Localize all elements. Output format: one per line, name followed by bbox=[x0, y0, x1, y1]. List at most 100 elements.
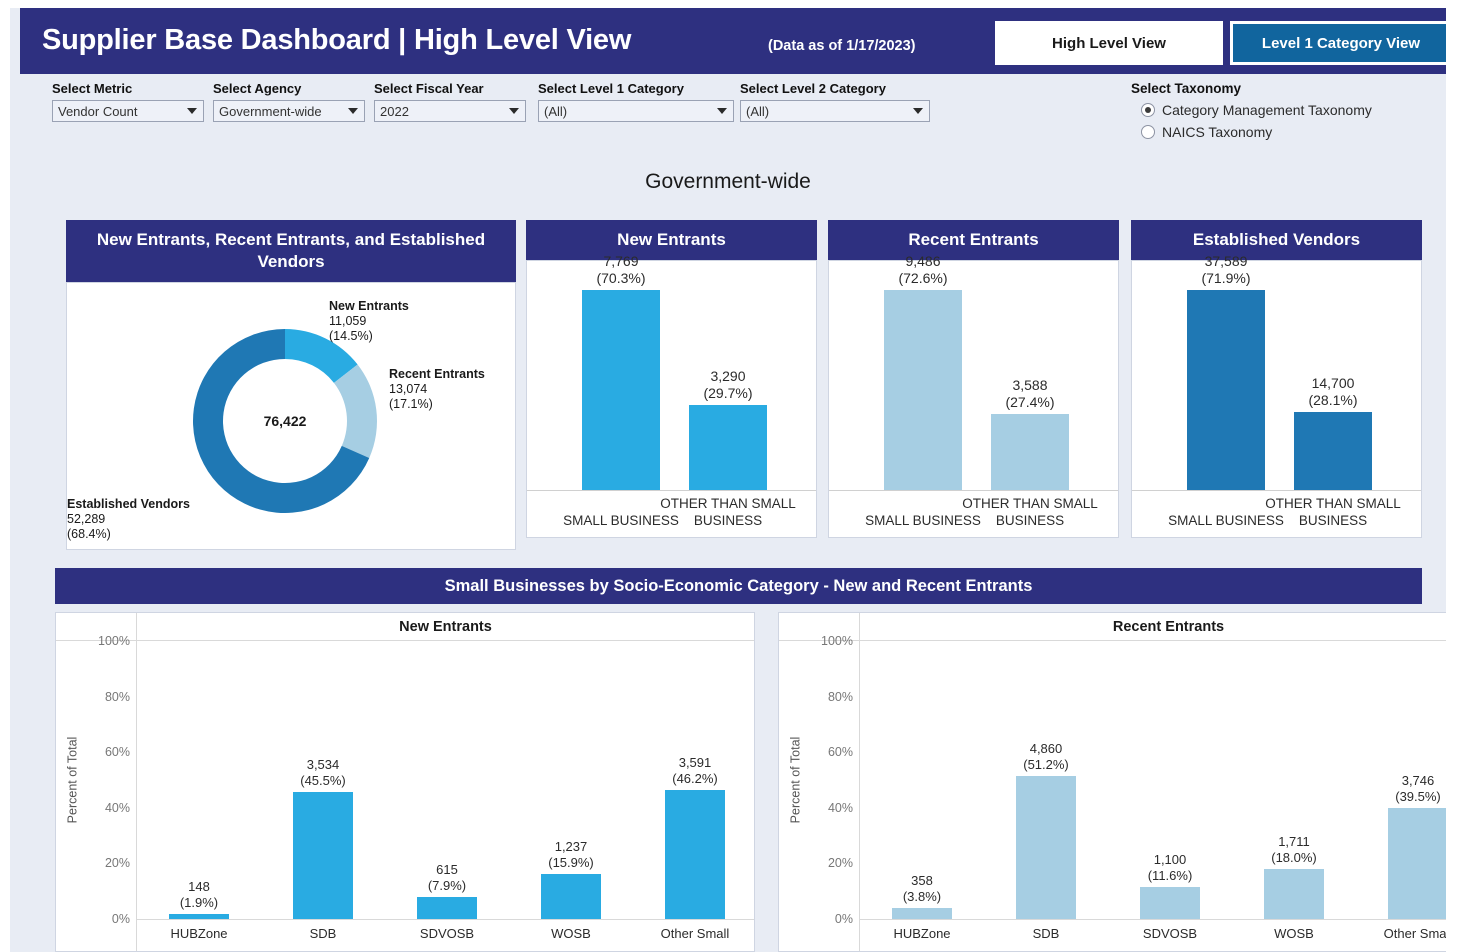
select-agency-value: Government-wide bbox=[219, 103, 322, 119]
select-fiscal-year-dropdown[interactable]: 2022 bbox=[374, 100, 526, 122]
y-tick-label: 60% bbox=[104, 745, 130, 760]
bar-other-than-small-business[interactable]: 3,588 (27.4%) bbox=[991, 377, 1069, 490]
filter-label: Select Metric bbox=[52, 81, 133, 96]
level-1-category-view-button[interactable]: Level 1 Category View bbox=[1230, 21, 1446, 65]
bar-value: 3,588 bbox=[1012, 377, 1048, 393]
bar-sdb[interactable]: 4,860 (51.2%) bbox=[1016, 741, 1076, 919]
y-tick-label: 80% bbox=[827, 689, 853, 704]
panel-body: 37,589 (71.9%) 14,700 (28.1%) SMALL BUSI… bbox=[1131, 253, 1422, 538]
x-label-sdb: SDB bbox=[1032, 926, 1060, 941]
bar-rect bbox=[541, 874, 601, 919]
bar-value-label: 615 (7.9%) bbox=[387, 862, 507, 894]
donut-ring: 76,422 bbox=[185, 321, 385, 521]
x-label-other-than-small-business: OTHER THAN SMALL BUSINESS bbox=[660, 496, 796, 528]
radio-selected-icon bbox=[1141, 103, 1155, 117]
x-axis-band: HUBZone SDB SDVOSB WOSB Other Small bbox=[136, 919, 754, 951]
x-label-sdvosb: SDVOSB bbox=[419, 926, 475, 941]
bar-hubzone[interactable]: 358 (3.8%) bbox=[892, 873, 952, 919]
bar-value: 615 bbox=[436, 861, 458, 877]
panel-new-entrants: New Entrants 7,769 (70.3%) 3,290 (29.7%)… bbox=[526, 220, 817, 538]
bar-pct: (7.9%) bbox=[427, 877, 467, 893]
bar-rect bbox=[582, 290, 660, 490]
x-label-hubzone: HUBZone bbox=[170, 926, 228, 941]
bar-other-small[interactable]: 3,591 (46.2%) bbox=[665, 755, 725, 919]
bar-rect bbox=[1140, 886, 1200, 919]
chevron-down-icon bbox=[348, 108, 358, 114]
select-level-2-category-value: (All) bbox=[746, 103, 770, 119]
radio-label: Category Management Taxonomy bbox=[1162, 102, 1372, 118]
radio-category-management-taxonomy[interactable]: Category Management Taxonomy bbox=[1131, 99, 1372, 121]
select-agency-dropdown[interactable]: Government-wide bbox=[213, 100, 365, 122]
filter-label: Select Level 2 Category bbox=[740, 81, 886, 96]
bar-value: 1,237 bbox=[554, 839, 588, 855]
donut-label-recent-entrants: Recent Entrants 13,074 (17.1%) bbox=[389, 367, 514, 412]
bar-value-label: 3,588 (27.4%) bbox=[965, 377, 1095, 411]
bar-value: 358 bbox=[911, 873, 933, 889]
filter-select-fiscal-year: Select Fiscal Year 2022 bbox=[374, 81, 526, 122]
bar-value-label: 3,290 (29.7%) bbox=[663, 368, 793, 402]
socio-economic-section-title: Small Businesses by Socio-Economic Categ… bbox=[55, 568, 1422, 604]
filter-bar: Select Metric Vendor Count Select Agency… bbox=[10, 74, 1446, 154]
donut-panel-body: New Entrants 11,059 (14.5%) Recent Entra… bbox=[66, 282, 516, 550]
bar-wosb[interactable]: 1,237 (15.9%) bbox=[541, 839, 601, 919]
bar-sdb[interactable]: 3,534 (45.5%) bbox=[293, 757, 353, 919]
bar-value: 3,290 bbox=[710, 368, 746, 384]
bar-pct: (11.6%) bbox=[1147, 867, 1193, 883]
select-level-2-category-dropdown[interactable]: (All) bbox=[740, 100, 930, 122]
bar-pct: (70.3%) bbox=[596, 270, 646, 286]
bar-rect bbox=[665, 789, 725, 919]
bar-value: 148 bbox=[188, 878, 210, 894]
high-level-view-button[interactable]: High Level View bbox=[995, 21, 1223, 65]
plot-area: 358 (3.8%) 4,860 (51.2%) 1,100 (11.6%) 1,711 (1… bbox=[859, 641, 1446, 919]
bar-sdvosb[interactable]: 1,100 (11.6%) bbox=[1140, 852, 1200, 919]
bar-value-label: 1,711 (18.0%) bbox=[1234, 834, 1354, 866]
bar-other-than-small-business[interactable]: 3,290 (29.7%) bbox=[689, 368, 767, 490]
select-fiscal-year-value: 2022 bbox=[380, 103, 409, 119]
y-tick-label: 60% bbox=[827, 745, 853, 760]
axis-line bbox=[527, 490, 816, 491]
bar-value: 7,769 bbox=[603, 253, 639, 269]
x-label-other-than-small-business: OTHER THAN SMALL BUSINESS bbox=[1265, 496, 1401, 528]
filter-label: Select Fiscal Year bbox=[374, 81, 484, 96]
bar-value-label: 7,769 (70.3%) bbox=[556, 253, 686, 287]
y-tick-label: 100% bbox=[821, 634, 853, 648]
bar-rect bbox=[1294, 412, 1372, 490]
bar-pct: (45.5%) bbox=[300, 772, 346, 788]
bar-value-label: 37,589 (71.9%) bbox=[1161, 253, 1291, 287]
select-metric-dropdown[interactable]: Vendor Count bbox=[52, 100, 204, 122]
panel-established-vendors: Established Vendors 37,589 (71.9%) 14,70… bbox=[1131, 220, 1422, 538]
bar-value-label: 358 (3.8%) bbox=[862, 873, 982, 905]
bar-value: 4,860 bbox=[1029, 740, 1063, 756]
bar-pct: (18.0%) bbox=[1271, 849, 1317, 865]
bar-wosb[interactable]: 1,711 (18.0%) bbox=[1264, 834, 1324, 919]
y-tick-label: 40% bbox=[827, 800, 853, 815]
bar-small-business[interactable]: 9,486 (72.6%) bbox=[884, 253, 962, 490]
bar-value-label: 14,700 (28.1%) bbox=[1268, 375, 1398, 409]
panel-body: 7,769 (70.3%) 3,290 (29.7%) SMALL BUSINE… bbox=[526, 253, 817, 538]
socio-chart-title: Recent Entrants bbox=[859, 613, 1446, 641]
bar-sdvosb[interactable]: 615 (7.9%) bbox=[417, 862, 477, 919]
select-level-1-category-dropdown[interactable]: (All) bbox=[538, 100, 734, 122]
y-tick-label: 100% bbox=[98, 634, 130, 648]
bar-other-than-small-business[interactable]: 14,700 (28.1%) bbox=[1294, 375, 1372, 490]
bar-rect bbox=[293, 791, 353, 919]
panel-recent-entrants: Recent Entrants 9,486 (72.6%) 3,588 (27.… bbox=[828, 220, 1119, 538]
radio-naics-taxonomy[interactable]: NAICS Taxonomy bbox=[1131, 121, 1372, 143]
bar-rect bbox=[1016, 775, 1076, 919]
bar-pct: (28.1%) bbox=[1308, 392, 1358, 408]
filter-select-agency: Select Agency Government-wide bbox=[213, 81, 365, 122]
bar-rect bbox=[1388, 808, 1446, 919]
x-label-other-small: Other Small bbox=[1383, 926, 1446, 941]
y-tick-label: 40% bbox=[104, 800, 130, 815]
axis-line bbox=[1132, 490, 1421, 491]
bar-value: 1,100 bbox=[1153, 851, 1187, 867]
panel-body: 9,486 (72.6%) 3,588 (27.4%) SMALL BUSINE… bbox=[828, 253, 1119, 538]
x-axis-band: HUBZone SDB SDVOSB WOSB Other Small bbox=[859, 919, 1446, 951]
bar-value-label: 3,534 (45.5%) bbox=[263, 757, 383, 789]
bar-small-business[interactable]: 7,769 (70.3%) bbox=[582, 253, 660, 490]
bar-rect bbox=[417, 896, 477, 919]
bar-small-business[interactable]: 37,589 (71.9%) bbox=[1187, 253, 1265, 490]
bar-other-small[interactable]: 3,746 (39.5%) bbox=[1388, 773, 1446, 919]
filter-label: Select Level 1 Category bbox=[538, 81, 684, 96]
bar-value-label: 1,237 (15.9%) bbox=[511, 839, 631, 871]
